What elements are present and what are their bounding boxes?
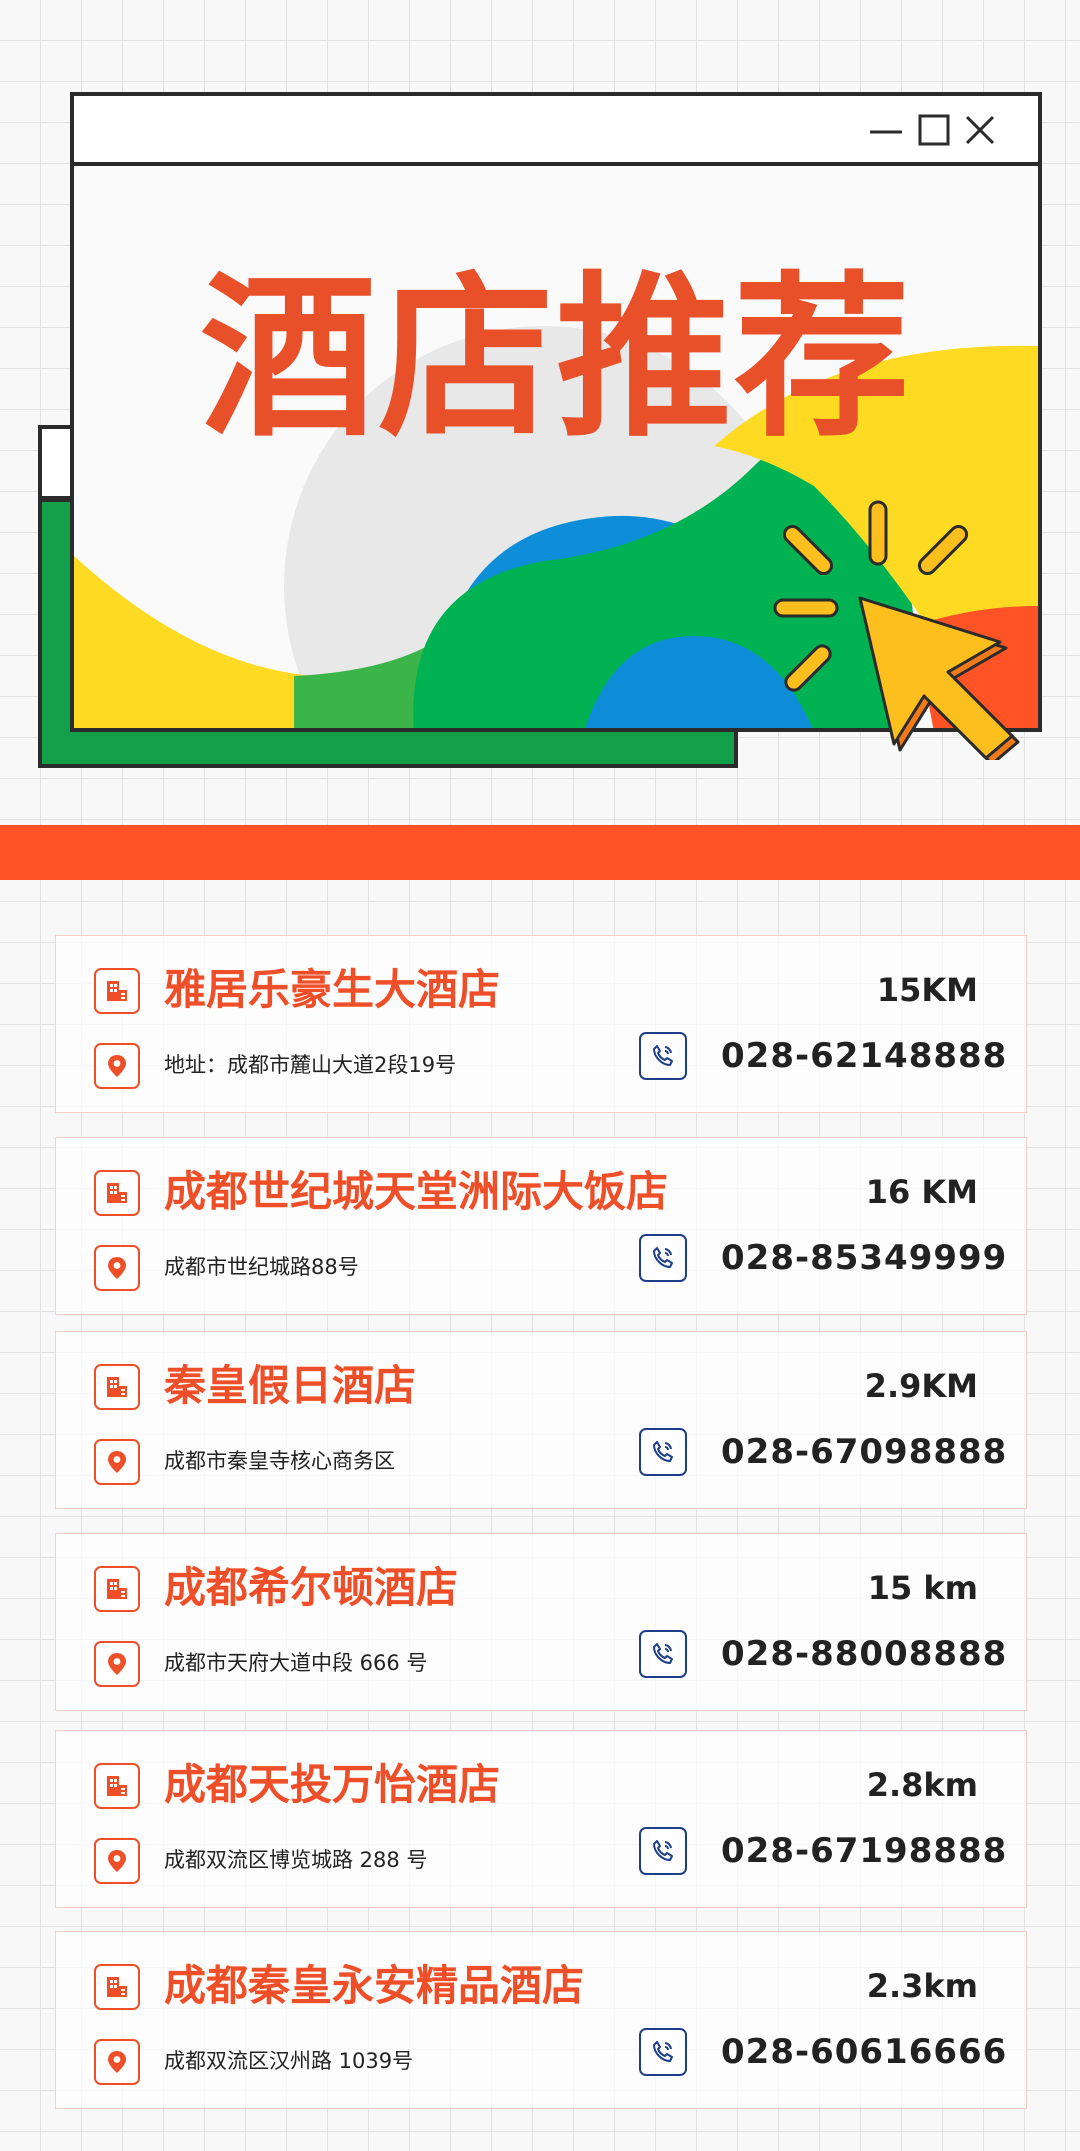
hotel-building-icon [94, 1964, 140, 2010]
hotel-name: 成都世纪城天堂洲际大饭店 [164, 1167, 669, 1216]
location-pin-icon [94, 2039, 140, 2085]
phone-icon[interactable] [639, 1234, 687, 1282]
hotel-phone[interactable]: 028-85349999 [721, 1234, 1007, 1282]
hotel-name: 雅居乐豪生大酒店 [164, 965, 501, 1014]
hotel-distance: 2.8km [866, 1766, 978, 1804]
close-icon[interactable] [960, 110, 1000, 150]
hotel-name: 秦皇假日酒店 [164, 1361, 417, 1410]
maximize-icon[interactable] [914, 110, 954, 150]
hotel-card[interactable]: 成都世纪城天堂洲际大饭店 16 KM 成都市世纪城路88号 028-853499… [55, 1137, 1027, 1315]
hotel-address: 成都双流区汉州路 1039号 [164, 2049, 414, 2073]
hotel-distance: 15 km [867, 1569, 978, 1607]
location-pin-icon [94, 1439, 140, 1485]
hero-title: 酒店推荐 [199, 256, 912, 461]
hotel-phone[interactable]: 028-62148888 [721, 1032, 1007, 1080]
hotel-card[interactable]: 成都希尔顿酒店 15 km 成都市天府大道中段 666 号 028-880088… [55, 1533, 1027, 1711]
hotel-building-icon [94, 1566, 140, 1612]
hotel-address: 成都双流区博览城路 288 号 [164, 1848, 428, 1872]
hotel-address: 成都市秦皇寺核心商务区 [164, 1449, 395, 1473]
phone-icon[interactable] [639, 1630, 687, 1678]
hotel-phone[interactable]: 028-88008888 [721, 1630, 1007, 1678]
hotel-building-icon [94, 1170, 140, 1216]
hotel-building-icon [94, 968, 140, 1014]
hotel-phone[interactable]: 028-60616666 [721, 2028, 1007, 2076]
location-pin-icon [94, 1641, 140, 1687]
hotel-phone[interactable]: 028-67098888 [721, 1428, 1007, 1476]
location-pin-icon [94, 1043, 140, 1089]
hotel-card[interactable]: 成都天投万怡酒店 2.8km 成都双流区博览城路 288 号 028-67198… [55, 1730, 1027, 1908]
hotel-distance: 2.9KM [864, 1367, 978, 1405]
phone-icon[interactable] [639, 1827, 687, 1875]
hotel-name: 成都希尔顿酒店 [164, 1563, 459, 1612]
window-titlebar [74, 96, 1038, 166]
hotel-address: 成都市世纪城路88号 [164, 1255, 359, 1279]
hotel-phone[interactable]: 028-67198888 [721, 1827, 1007, 1875]
hotel-name: 成都天投万怡酒店 [164, 1760, 501, 1809]
phone-icon[interactable] [639, 1032, 687, 1080]
hero-section: 酒店推荐 [0, 0, 1080, 830]
hotel-card[interactable]: 成都秦皇永安精品酒店 2.3km 成都双流区汉州路 1039号 028-6061… [55, 1931, 1027, 2109]
location-pin-icon [94, 1245, 140, 1291]
cursor-click-icon [773, 500, 1020, 760]
hotel-name: 成都秦皇永安精品酒店 [164, 1961, 585, 2010]
location-pin-icon [94, 1838, 140, 1884]
hotel-distance: 16 KM [865, 1173, 978, 1211]
hotel-address: 地址：成都市麓山大道2段19号 [164, 1053, 457, 1077]
phone-icon[interactable] [639, 2028, 687, 2076]
hotel-card[interactable]: 秦皇假日酒店 2.9KM 成都市秦皇寺核心商务区 028-67098888 [55, 1331, 1027, 1509]
hotel-building-icon [94, 1763, 140, 1809]
hotel-distance: 15KM [876, 971, 978, 1009]
accent-band [0, 825, 1080, 880]
phone-icon[interactable] [639, 1428, 687, 1476]
minimize-icon[interactable] [866, 110, 906, 150]
hotel-distance: 2.3km [866, 1967, 978, 2005]
hotel-address: 成都市天府大道中段 666 号 [164, 1651, 428, 1675]
hotel-building-icon [94, 1364, 140, 1410]
hotel-card[interactable]: 雅居乐豪生大酒店 15KM 地址：成都市麓山大道2段19号 028-621488… [55, 935, 1027, 1113]
